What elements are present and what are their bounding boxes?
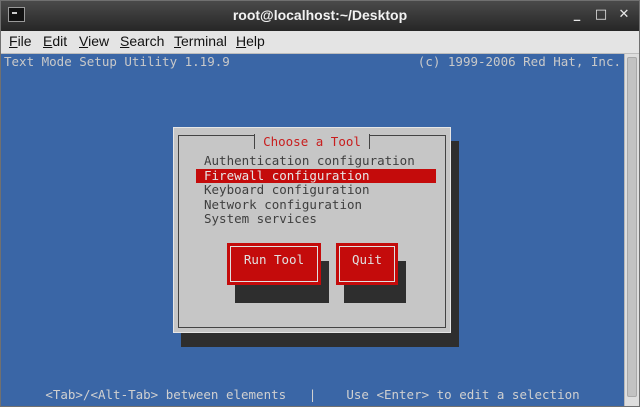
- menu-bar: File Edit View Search Terminal Help: [1, 31, 639, 54]
- window-title: root@localhost:~/Desktop: [232, 7, 408, 23]
- terminal-window: root@localhost:~/Desktop _ □ ✕ File Edit…: [0, 0, 640, 407]
- menu-search-rest: earch: [129, 33, 165, 49]
- quit-button-label: Quit: [339, 246, 395, 282]
- menu-help[interactable]: Help: [234, 33, 267, 49]
- quit-button[interactable]: Quit: [336, 243, 398, 285]
- tool-item-network[interactable]: Network configuration: [196, 197, 436, 213]
- menu-file[interactable]: File: [7, 33, 34, 49]
- tool-list[interactable]: Authentication configuration Firewall co…: [196, 153, 436, 227]
- menu-edit-accel: E: [43, 33, 53, 49]
- setup-utility-header: Text Mode Setup Utility 1.19.9: [4, 54, 230, 69]
- menu-file-accel: F: [9, 33, 18, 49]
- run-tool-button[interactable]: Run Tool: [227, 243, 321, 285]
- status-help-line: <Tab>/<Alt-Tab> between elements | Use <…: [45, 387, 580, 402]
- menu-search-accel: S: [120, 33, 130, 49]
- menu-help-rest: elp: [246, 33, 265, 49]
- tool-item-system-services[interactable]: System services: [196, 212, 436, 227]
- terminal-scrollbar[interactable]: [624, 54, 639, 406]
- dialog-title: Choose a Tool: [254, 134, 370, 149]
- scrollbar-thumb[interactable]: [627, 57, 637, 397]
- menu-terminal-rest: erminal: [181, 33, 227, 49]
- tool-item-keyboard[interactable]: Keyboard configuration: [196, 183, 436, 198]
- menu-terminal[interactable]: Terminal: [172, 33, 229, 49]
- menu-edit-rest: dit: [52, 33, 68, 49]
- close-icon[interactable]: ✕: [615, 6, 633, 24]
- copyright-header: (c) 1999-2006 Red Hat, Inc.: [417, 54, 621, 69]
- menu-edit[interactable]: Edit: [41, 33, 69, 49]
- menu-view-rest: iew: [88, 33, 110, 49]
- menu-view[interactable]: View: [77, 33, 111, 49]
- minimize-icon[interactable]: _: [568, 6, 586, 24]
- menu-file-rest: ile: [17, 33, 32, 49]
- tool-item-firewall[interactable]: Firewall configuration: [196, 168, 436, 184]
- menu-terminal-accel: T: [174, 33, 181, 49]
- run-tool-button-label: Run Tool: [230, 246, 318, 282]
- menu-search[interactable]: Search: [118, 33, 166, 49]
- maximize-icon[interactable]: □: [592, 6, 610, 24]
- menu-help-accel: H: [236, 33, 247, 49]
- title-bar[interactable]: root@localhost:~/Desktop _ □ ✕: [1, 1, 639, 31]
- choose-tool-dialog: Choose a Tool Authentication configurati…: [173, 127, 451, 333]
- tool-item-authentication[interactable]: Authentication configuration: [196, 153, 436, 169]
- terminal-screen[interactable]: Text Mode Setup Utility 1.19.9 (c) 1999-…: [1, 54, 624, 406]
- menu-view-accel: V: [79, 33, 89, 49]
- dialog-title-bar: Choose a Tool: [179, 134, 445, 149]
